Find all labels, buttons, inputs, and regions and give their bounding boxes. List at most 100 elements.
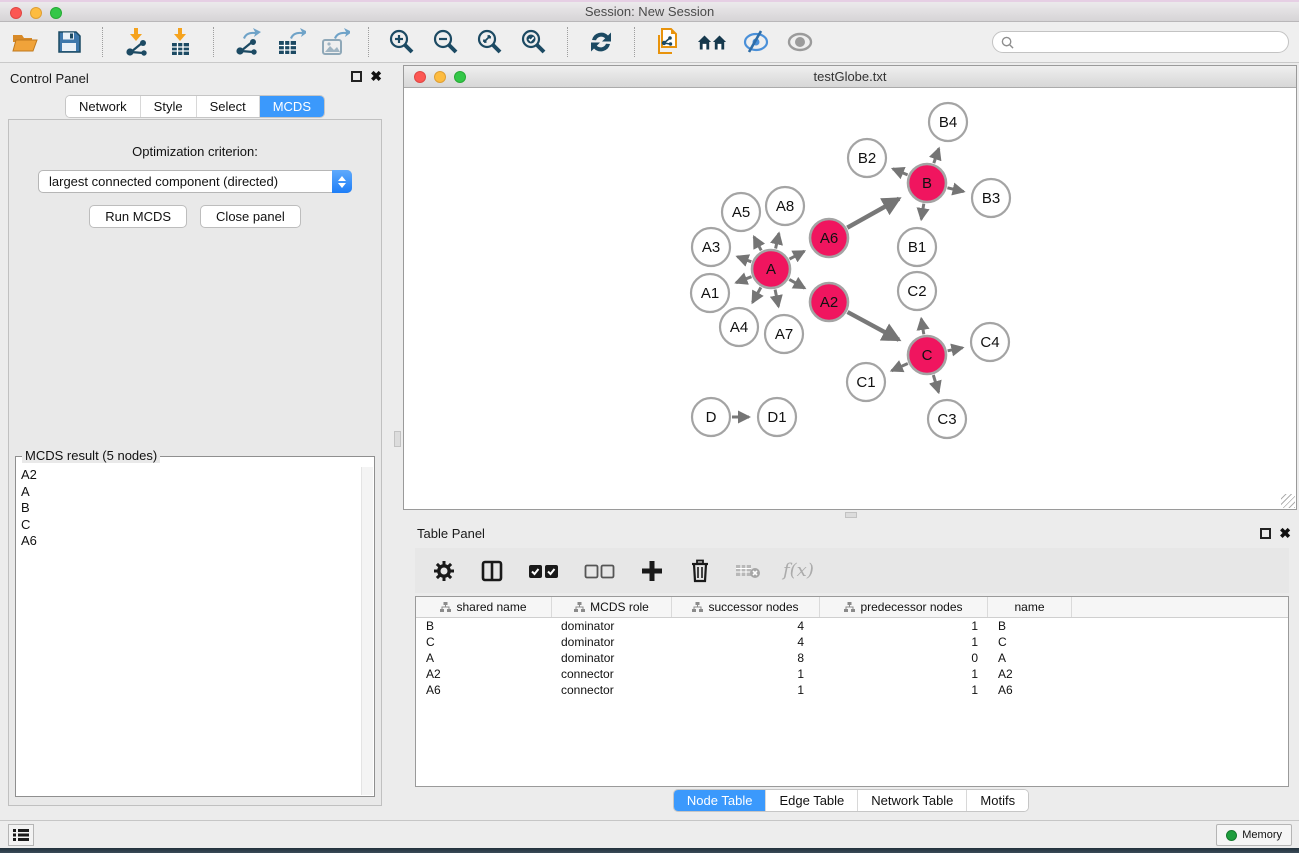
table-row[interactable]: Adominator80A [416, 650, 1288, 666]
graph-edge-B-B4[interactable] [934, 149, 939, 164]
tab-style[interactable]: Style [141, 96, 197, 117]
table-cell[interactable]: B [988, 619, 1072, 633]
show-graphics-details-icon[interactable] [741, 27, 771, 57]
table-cell[interactable]: 8 [672, 651, 820, 665]
table-cell[interactable]: dominator [552, 651, 672, 665]
network-canvas[interactable]: B4B2BB3A5A8A6A3AB1A1A2C2A4A7C4CC1DD1C3 [404, 88, 1296, 509]
table-row[interactable]: A6connector11A6 [416, 682, 1288, 698]
mcds-result-item[interactable]: A6 [21, 533, 370, 550]
select-all-icon[interactable] [527, 558, 561, 584]
table-cell[interactable]: connector [552, 667, 672, 681]
float-panel-icon[interactable] [351, 71, 362, 82]
graph-edge-A-A6[interactable] [790, 251, 805, 259]
table-cell[interactable]: 1 [820, 667, 988, 681]
graph-edge-A-A8[interactable] [776, 233, 779, 248]
criterion-dropdown[interactable]: largest connected component (directed) [38, 170, 352, 193]
graph-edge-C-C3[interactable] [933, 375, 938, 392]
graph-node-B[interactable]: B [908, 164, 946, 202]
column-header-name[interactable]: name [988, 597, 1072, 617]
table-cell[interactable]: A6 [988, 683, 1072, 697]
graph-edge-A-A4[interactable] [753, 287, 761, 302]
graph-node-A1[interactable]: A1 [691, 274, 729, 312]
table-cell[interactable]: 4 [672, 619, 820, 633]
graph-edge-A-A3[interactable] [737, 257, 751, 262]
graph-node-A8[interactable]: A8 [766, 187, 804, 225]
table-cell[interactable]: A2 [988, 667, 1072, 681]
zoom-in-icon[interactable] [387, 27, 417, 57]
graph-edge-B-B3[interactable] [947, 188, 963, 192]
graph-node-C3[interactable]: C3 [928, 400, 966, 438]
graph-node-C4[interactable]: C4 [971, 323, 1009, 361]
mcds-result-item[interactable]: A2 [21, 467, 370, 484]
tab-motifs[interactable]: Motifs [967, 790, 1028, 811]
table-row[interactable]: Cdominator41C [416, 634, 1288, 650]
maximize-network-icon[interactable] [454, 71, 466, 83]
graph-node-A5[interactable]: A5 [722, 193, 760, 231]
graph-edge-B-B2[interactable] [893, 169, 908, 175]
graph-edge-A-A7[interactable] [775, 290, 778, 307]
graph-edge-A-A5[interactable] [754, 237, 761, 251]
column-header-mcds-role[interactable]: MCDS role [552, 597, 672, 617]
graph-edge-C-C4[interactable] [948, 348, 963, 351]
search-field[interactable] [992, 31, 1289, 53]
table-cell[interactable]: 1 [672, 683, 820, 697]
table-cell[interactable]: C [416, 635, 552, 649]
close-table-panel-icon[interactable]: ✖ [1279, 528, 1291, 539]
run-mcds-button[interactable]: Run MCDS [89, 205, 187, 228]
graph-node-B1[interactable]: B1 [898, 228, 936, 266]
mcds-result-item[interactable]: C [21, 517, 370, 534]
network-snapshot-icon[interactable] [653, 27, 683, 57]
table-cell[interactable]: connector [552, 683, 672, 697]
close-window-icon[interactable] [10, 7, 22, 19]
open-file-icon[interactable] [10, 27, 40, 57]
tab-network-table[interactable]: Network Table [858, 790, 967, 811]
graph-edge-C-C2[interactable] [921, 319, 924, 335]
graph-edge-A-A1[interactable] [736, 277, 751, 283]
tab-select[interactable]: Select [197, 96, 260, 117]
table-cell[interactable]: 1 [820, 683, 988, 697]
graph-node-B4[interactable]: B4 [929, 103, 967, 141]
graph-edge-A6-B[interactable] [847, 199, 899, 228]
home-layout-icon[interactable] [697, 27, 727, 57]
table-cell[interactable]: C [988, 635, 1072, 649]
float-table-panel-icon[interactable] [1260, 528, 1271, 539]
graph-node-A[interactable]: A [752, 250, 790, 288]
column-header-shared-name[interactable]: shared name [416, 597, 552, 617]
table-cell[interactable]: A6 [416, 683, 552, 697]
split-table-icon[interactable] [479, 558, 505, 584]
graph-node-C[interactable]: C [908, 336, 946, 374]
table-cell[interactable]: dominator [552, 619, 672, 633]
close-panel-icon[interactable]: ✖ [370, 71, 382, 82]
graph-node-A2[interactable]: A2 [810, 283, 848, 321]
table-cell[interactable]: 1 [820, 635, 988, 649]
table-row[interactable]: Bdominator41B [416, 618, 1288, 634]
column-header-predecessor-nodes[interactable]: predecessor nodes [820, 597, 988, 617]
add-column-icon[interactable] [639, 558, 665, 584]
zoom-selected-icon[interactable] [519, 27, 549, 57]
export-image-icon[interactable] [320, 27, 350, 57]
close-network-icon[interactable] [414, 71, 426, 83]
save-session-icon[interactable] [54, 27, 84, 57]
minimize-window-icon[interactable] [30, 7, 42, 19]
zoom-fit-icon[interactable] [475, 27, 505, 57]
deselect-all-icon[interactable] [583, 558, 617, 584]
table-cell[interactable]: A [416, 651, 552, 665]
table-cell[interactable]: A [988, 651, 1072, 665]
graph-node-D[interactable]: D [692, 398, 730, 436]
graph-edge-A2-C[interactable] [848, 312, 899, 340]
graph-node-B3[interactable]: B3 [972, 179, 1010, 217]
window-resize-grip[interactable] [1281, 494, 1295, 508]
table-settings-icon[interactable] [431, 558, 457, 584]
graph-node-C2[interactable]: C2 [898, 272, 936, 310]
task-history-button[interactable] [8, 824, 34, 846]
graph-node-A7[interactable]: A7 [765, 315, 803, 353]
graph-edge-A-A2[interactable] [789, 279, 804, 288]
table-cell[interactable]: 4 [672, 635, 820, 649]
table-cell[interactable]: B [416, 619, 552, 633]
delete-column-icon[interactable] [687, 558, 713, 584]
close-panel-button[interactable]: Close panel [200, 205, 301, 228]
import-network-icon[interactable] [121, 27, 151, 57]
import-table-icon[interactable] [165, 27, 195, 57]
horizontal-splitter-handle[interactable] [845, 512, 857, 518]
tab-node-table[interactable]: Node Table [674, 790, 767, 811]
